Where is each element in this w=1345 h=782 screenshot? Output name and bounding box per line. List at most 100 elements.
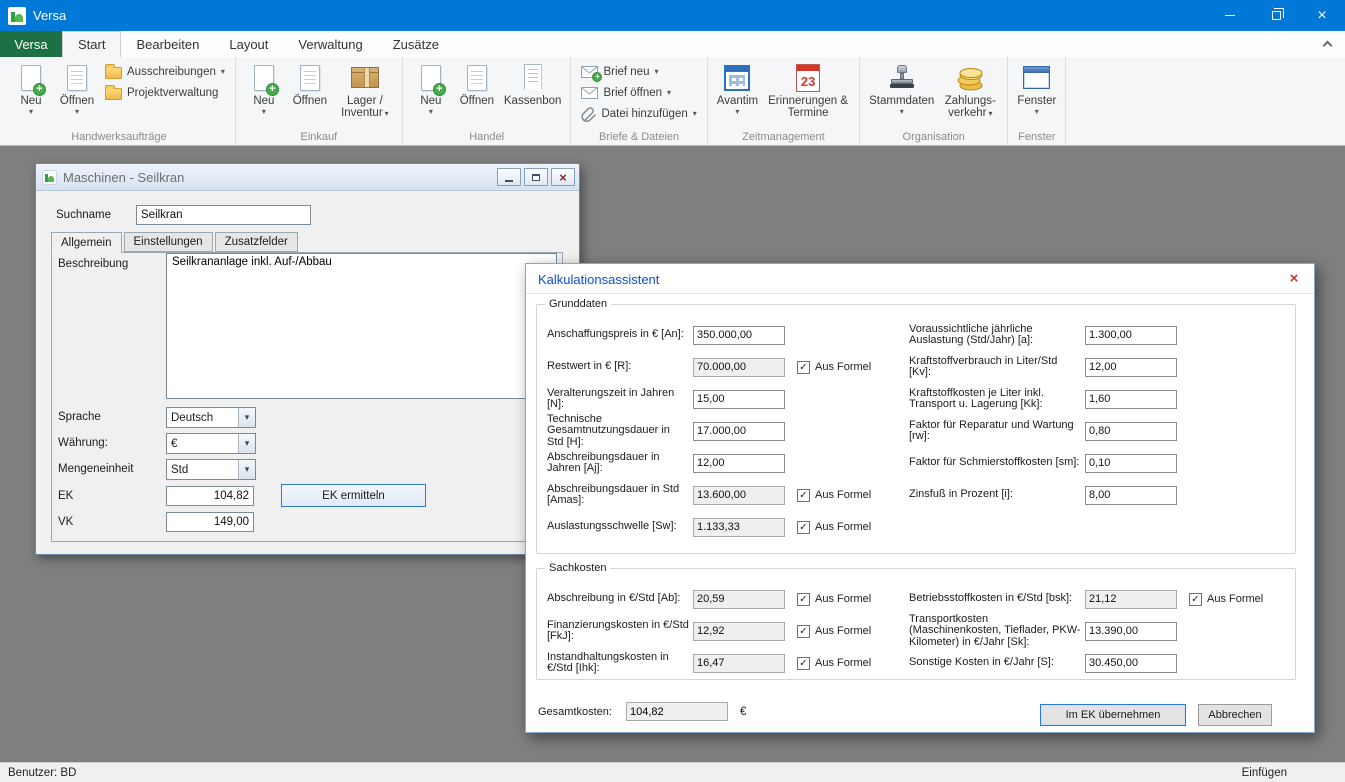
stammdaten-button[interactable]: Stammdaten ▾ xyxy=(865,59,938,117)
checkbox-check-icon: ✓ xyxy=(1189,592,1202,606)
aus-formel-checkbox[interactable]: ✓ Aus Formel xyxy=(797,656,871,670)
tab-layout[interactable]: Layout xyxy=(214,31,283,57)
aus-formel-checkbox[interactable]: ✓ Aus Formel xyxy=(797,488,872,502)
aus-formel-checkbox[interactable]: ✓ Aus Formel xyxy=(797,520,872,534)
gesamtnutzungsdauer-input[interactable] xyxy=(693,421,785,441)
maschinen-close-button[interactable]: × xyxy=(551,168,575,186)
datei-hinzufuegen-button[interactable]: Datei hinzufügen ▾ xyxy=(576,103,701,124)
transportkosten-input[interactable] xyxy=(1085,621,1177,641)
sonstige-kosten-input[interactable] xyxy=(1085,653,1177,673)
maschinen-tabs: Allgemein Einstellungen Zusatzfelder xyxy=(51,232,300,253)
form-row: Restwert in € [R]: ✓ Aus Formel xyxy=(547,351,909,383)
tab-allgemein[interactable]: Allgemein xyxy=(51,232,122,253)
im-ek-uebernehmen-button[interactable]: Im EK übernehmen xyxy=(1040,704,1186,726)
avantim-calendar-icon xyxy=(721,61,753,94)
aus-formel-label: Aus Formel xyxy=(815,521,872,533)
restwert-input[interactable] xyxy=(693,357,785,377)
app-title: Versa xyxy=(33,8,67,23)
aus-formel-label: Aus Formel xyxy=(815,489,872,501)
dropdown-arrow-icon: ▾ xyxy=(238,434,255,453)
new-letter-icon: + xyxy=(581,65,603,82)
auslastungsschwelle-input[interactable] xyxy=(693,517,785,537)
abschreibungsdauer-std-input[interactable] xyxy=(693,485,785,505)
handwerk-neu-button[interactable]: + Neu ▾ xyxy=(8,59,54,117)
handel-oeffnen-button[interactable]: Öffnen xyxy=(454,59,500,109)
field-label: Kraftstoffverbrauch in Liter/Std [Kv]: xyxy=(909,354,1058,378)
button-label: Erinnerungen & Termine xyxy=(768,95,849,119)
restore-button[interactable] xyxy=(1253,0,1299,31)
field-label: Abschreibung in €/Std [Ab]: xyxy=(547,592,681,605)
brief-neu-button[interactable]: + Brief neu ▾ xyxy=(576,61,701,82)
aus-formel-checkbox[interactable]: ✓ Aus Formel xyxy=(1189,592,1263,606)
dropdown-arrow-icon: ▾ xyxy=(428,107,433,116)
ausschreibungen-button[interactable]: Ausschreibungen ▾ xyxy=(100,61,230,82)
vk-label: VK xyxy=(58,516,74,528)
finanzierungskosten-input[interactable] xyxy=(693,621,785,641)
einkauf-neu-button[interactable]: + Neu ▾ xyxy=(241,59,287,117)
close-button[interactable]: × xyxy=(1299,0,1345,31)
dropdown-arrow-icon: ▾ xyxy=(220,67,225,76)
zahlungsverkehr-button[interactable]: Zahlungs-verkehr ▾ xyxy=(938,59,1002,121)
minimize-button[interactable] xyxy=(1207,0,1253,31)
aus-formel-checkbox[interactable]: ✓ Aus Formel xyxy=(797,624,871,638)
lager-inventur-button[interactable]: Lager / Inventur ▾ xyxy=(333,59,397,121)
projektverwaltung-button[interactable]: Projektverwaltung xyxy=(100,82,230,103)
aus-formel-label: Aus Formel xyxy=(815,593,872,605)
kraftstoffverbrauch-input[interactable] xyxy=(1085,357,1177,377)
handwerk-oeffnen-button[interactable]: Öffnen ▾ xyxy=(54,59,100,117)
gesamtkosten-input[interactable] xyxy=(625,702,728,721)
tab-verwaltung[interactable]: Verwaltung xyxy=(283,31,377,57)
jaehrliche-auslastung-input[interactable] xyxy=(1085,325,1177,345)
button-label: Stammdaten xyxy=(869,95,935,107)
tab-einstellungen[interactable]: Einstellungen xyxy=(123,232,213,252)
button-label: Fenster xyxy=(1017,95,1057,107)
aus-formel-checkbox[interactable]: ✓ Aus Formel xyxy=(797,592,872,606)
abschreibung-std-input[interactable] xyxy=(693,589,785,609)
einkauf-oeffnen-button[interactable]: Öffnen xyxy=(287,59,333,109)
suchname-input[interactable] xyxy=(136,205,311,225)
letter-icon xyxy=(581,86,599,99)
dialog-close-button[interactable]: × xyxy=(1284,269,1304,288)
kassenbon-button[interactable]: Kassenbon xyxy=(500,59,566,109)
mengeneinheit-select[interactable]: Std ▾ xyxy=(166,459,256,480)
maschinen-restore-button[interactable] xyxy=(524,168,548,186)
form-row: Veralterungszeit in Jahren [N]: xyxy=(547,383,909,415)
tab-zusaetze[interactable]: Zusätze xyxy=(378,31,454,57)
handel-neu-button[interactable]: + Neu ▾ xyxy=(408,59,454,117)
button-label: Datei hinzufügen xyxy=(601,107,688,120)
maschinen-minimize-button[interactable] xyxy=(497,168,521,186)
tab-start[interactable]: Start xyxy=(62,31,122,57)
faktor-reparatur-input[interactable] xyxy=(1085,421,1177,441)
currency-label: € xyxy=(739,705,747,718)
titlebar[interactable]: Versa × xyxy=(0,0,1345,31)
anschaffungspreis-input[interactable] xyxy=(693,325,785,345)
file-menu-button[interactable]: Versa xyxy=(0,31,62,57)
brief-oeffnen-button[interactable]: Brief öffnen ▾ xyxy=(576,82,701,103)
sprache-select[interactable]: Deutsch ▾ xyxy=(166,407,256,428)
tab-zusatzfelder[interactable]: Zusatzfelder xyxy=(214,232,298,252)
dropdown-arrow-icon: ▾ xyxy=(384,109,389,118)
betriebsstoffkosten-input[interactable] xyxy=(1085,589,1177,609)
statusbar-mode: Einfügen xyxy=(1241,766,1287,779)
ek-input[interactable] xyxy=(166,486,254,506)
maschinen-window-titlebar[interactable]: Maschinen - Seilkran × xyxy=(36,164,579,191)
faktor-schmierstoff-input[interactable] xyxy=(1085,453,1177,473)
veralterungszeit-input[interactable] xyxy=(693,389,785,409)
kraftstoffkosten-input[interactable] xyxy=(1085,389,1177,409)
zinsfuss-input[interactable] xyxy=(1085,485,1177,505)
aus-formel-label: Aus Formel xyxy=(815,361,872,373)
abbrechen-button[interactable]: Abbrechen xyxy=(1198,704,1272,726)
collapse-ribbon-button[interactable] xyxy=(1322,31,1333,57)
ek-ermitteln-button[interactable]: EK ermitteln xyxy=(281,484,426,507)
instandhaltungskosten-input[interactable] xyxy=(693,653,785,673)
button-label: Öffnen xyxy=(292,95,328,107)
vk-input[interactable] xyxy=(166,512,254,532)
aus-formel-checkbox[interactable]: ✓ Aus Formel xyxy=(797,360,872,374)
fenster-button[interactable]: Fenster ▾ xyxy=(1013,59,1060,117)
waehrung-select[interactable]: € ▾ xyxy=(166,433,256,454)
avantim-button[interactable]: Avantim ▾ xyxy=(713,59,762,117)
erinnerungen-termine-button[interactable]: 23 Erinnerungen & Termine xyxy=(762,59,854,121)
beschreibung-textarea[interactable]: Seilkrananlage inkl. Auf-/Abbau xyxy=(166,253,557,399)
tab-bearbeiten[interactable]: Bearbeiten xyxy=(121,31,214,57)
abschreibungsdauer-jahre-input[interactable] xyxy=(693,453,785,473)
